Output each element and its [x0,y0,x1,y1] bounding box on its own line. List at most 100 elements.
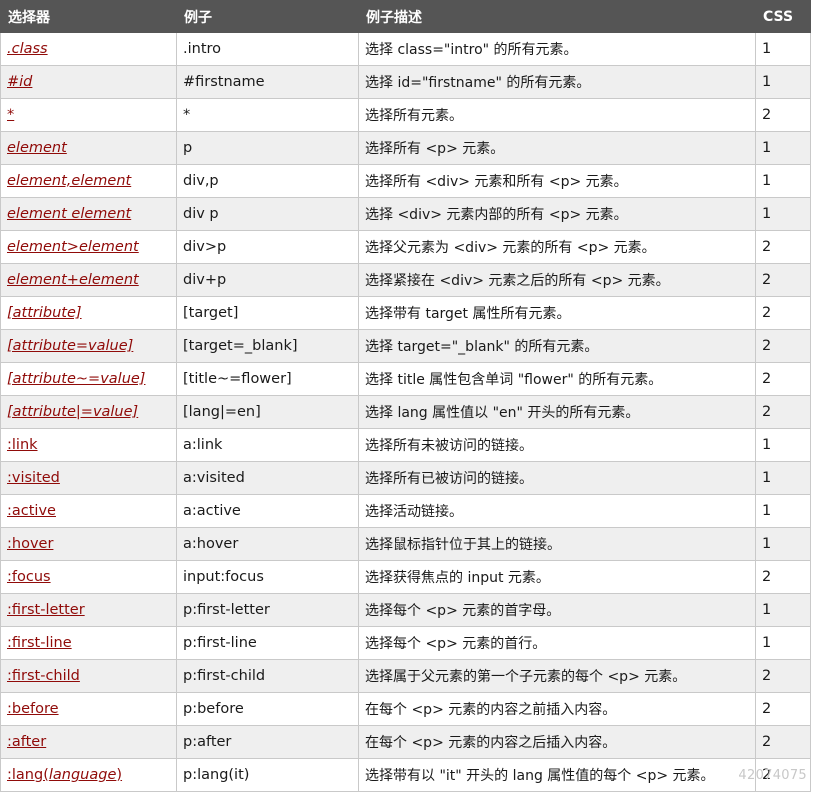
css-version-cell: 1 [756,495,811,528]
selector-cell: :first-child [1,660,177,693]
table-row: :lang(language) p:lang(it)选择带有以 "it" 开头的 … [1,759,811,792]
selector-link[interactable]: :first-child [7,668,80,684]
example-cell: p:first-letter [177,594,359,627]
selector-cell: :focus [1,561,177,594]
table-row: [attribute|=value] [lang|=en]选择 lang 属性值以… [1,396,811,429]
example-cell: a:link [177,429,359,462]
css-version-cell: 1 [756,462,811,495]
selector-cell: element [1,132,177,165]
css-version-cell: 1 [756,66,811,99]
selector-link[interactable]: :visited [7,470,60,486]
selector-link[interactable]: :before [7,701,59,717]
selector-link[interactable]: [attribute|=value] [7,404,138,420]
selector-link[interactable]: :hover [7,536,53,552]
css-version-cell: 2 [756,330,811,363]
example-cell: div>p [177,231,359,264]
css-version-cell: 2 [756,396,811,429]
selector-link[interactable]: element,element [7,173,131,189]
example-cell: [title~=flower] [177,363,359,396]
selector-cell: [attribute|=value] [1,396,177,429]
watermark: 42074075 [738,768,807,783]
selector-cell: #id [1,66,177,99]
table-row: **选择所有元素。2 [1,99,811,132]
example-cell: p:after [177,726,359,759]
css-selector-table: 选择器 例子 例子描述 CSS .class.intro选择 class="in… [0,0,811,792]
example-cell: div,p [177,165,359,198]
selector-link[interactable]: :first-letter [7,602,85,618]
selector-link[interactable]: :first-line [7,635,72,651]
description-cell: 选择 <div> 元素内部的所有 <p> 元素。 [359,198,756,231]
table-row: :hovera:hover选择鼠标指针位于其上的链接。1 [1,528,811,561]
example-cell: div p [177,198,359,231]
selector-link[interactable]: [attribute~=value] [7,371,145,387]
description-cell: 选择所有元素。 [359,99,756,132]
selector-cell: .class [1,33,177,66]
selector-link[interactable]: [attribute] [7,305,82,321]
selector-link[interactable]: element>element [7,239,139,255]
selector-link[interactable]: :focus [7,569,51,585]
css-version-cell: 2 [756,264,811,297]
selector-link[interactable]: element+element [7,272,139,288]
selector-link[interactable]: :lang(language) [7,767,122,783]
css-version-cell: 1 [756,627,811,660]
selector-cell: :active [1,495,177,528]
css-version-cell: 1 [756,528,811,561]
example-cell: p:lang(it) [177,759,359,792]
selector-link[interactable]: element [7,140,67,156]
table-row: :first-childp:first-child选择属于父元素的第一个子元素的… [1,660,811,693]
selector-prefix: :lang( [7,767,49,783]
description-cell: 选择所有 <div> 元素和所有 <p> 元素。 [359,165,756,198]
description-cell: 选择带有 target 属性所有元素。 [359,297,756,330]
example-cell: a:hover [177,528,359,561]
selector-argument: language [49,767,117,783]
description-cell: 选择每个 <p> 元素的首行。 [359,627,756,660]
css-version-cell: 2 [756,363,811,396]
example-cell: * [177,99,359,132]
description-cell: 选择 target="_blank" 的所有元素。 [359,330,756,363]
selector-cell: :after [1,726,177,759]
selector-link[interactable]: * [7,107,14,123]
css-version-cell: 1 [756,132,811,165]
css-version-cell: 2 [756,231,811,264]
selector-link[interactable]: :active [7,503,56,519]
example-cell: p:first-line [177,627,359,660]
selector-link[interactable]: .class [7,41,48,57]
selector-cell: :first-letter [1,594,177,627]
example-cell: p [177,132,359,165]
selector-suffix: ) [116,767,122,783]
css-version-cell: 2 [756,693,811,726]
example-cell: [target=_blank] [177,330,359,363]
selector-link[interactable]: :after [7,734,46,750]
description-cell: 选择 lang 属性值以 "en" 开头的所有元素。 [359,396,756,429]
header-description: 例子描述 [359,1,756,33]
example-cell: a:active [177,495,359,528]
table-row: :linka:link选择所有未被访问的链接。1 [1,429,811,462]
table-row: [attribute][target]选择带有 target 属性所有元素。2 [1,297,811,330]
example-cell: [lang|=en] [177,396,359,429]
description-cell: 选择每个 <p> 元素的首字母。 [359,594,756,627]
css-version-cell: 1 [756,33,811,66]
header-row: 选择器 例子 例子描述 CSS [1,1,811,33]
selector-cell: :visited [1,462,177,495]
table-row: [attribute=value] [target=_blank]选择 targe… [1,330,811,363]
table-row: :first-letter p:first-letter选择每个 <p> 元素的首… [1,594,811,627]
selector-link[interactable]: element element [7,206,131,222]
table-row: :first-line p:first-line选择每个 <p> 元素的首行。1 [1,627,811,660]
example-cell: .intro [177,33,359,66]
description-cell: 选择 id="firstname" 的所有元素。 [359,66,756,99]
selector-cell: * [1,99,177,132]
css-version-cell: 1 [756,165,811,198]
selector-cell: [attribute=value] [1,330,177,363]
table-row: #id#firstname选择 id="firstname" 的所有元素。1 [1,66,811,99]
selector-link[interactable]: [attribute=value] [7,338,133,354]
table-row: :afterp:after在每个 <p> 元素的内容之后插入内容。2 [1,726,811,759]
example-cell: p:first-child [177,660,359,693]
selector-link[interactable]: :link [7,437,38,453]
selector-cell: :lang(language) [1,759,177,792]
description-cell: 选择所有 <p> 元素。 [359,132,756,165]
selector-cell: element+element [1,264,177,297]
example-cell: [target] [177,297,359,330]
header-css: CSS [756,1,811,33]
description-cell: 选择带有以 "it" 开头的 lang 属性值的每个 <p> 元素。 [359,759,756,792]
selector-link[interactable]: #id [7,74,32,90]
